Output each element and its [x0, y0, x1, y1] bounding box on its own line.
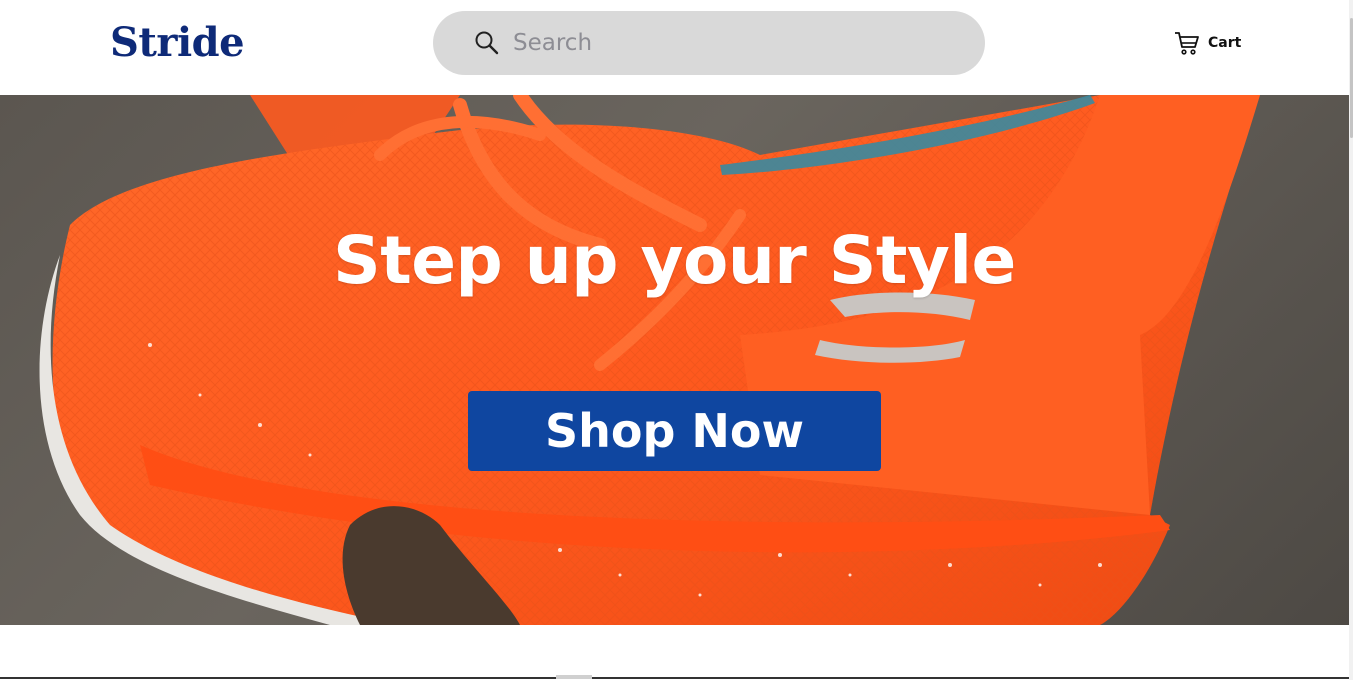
- cart-icon: [1175, 32, 1199, 55]
- cart-label: Cart: [1208, 35, 1242, 51]
- cart-button[interactable]: Cart: [1174, 29, 1241, 57]
- hero-image: [39, 95, 1261, 625]
- logo[interactable]: Stride: [110, 17, 245, 69]
- hero-banner: Step up your Style Shop Now: [0, 95, 1349, 625]
- search-input[interactable]: [513, 23, 953, 63]
- site-header: Stride Cart: [0, 0, 1353, 95]
- search-bar[interactable]: [433, 11, 985, 75]
- shop-now-button[interactable]: Shop Now: [468, 391, 881, 471]
- hero-title: Step up your Style: [333, 222, 1016, 299]
- scroll-indicator: [556, 675, 592, 679]
- search-icon[interactable]: [474, 30, 500, 56]
- section-divider: [0, 677, 1349, 679]
